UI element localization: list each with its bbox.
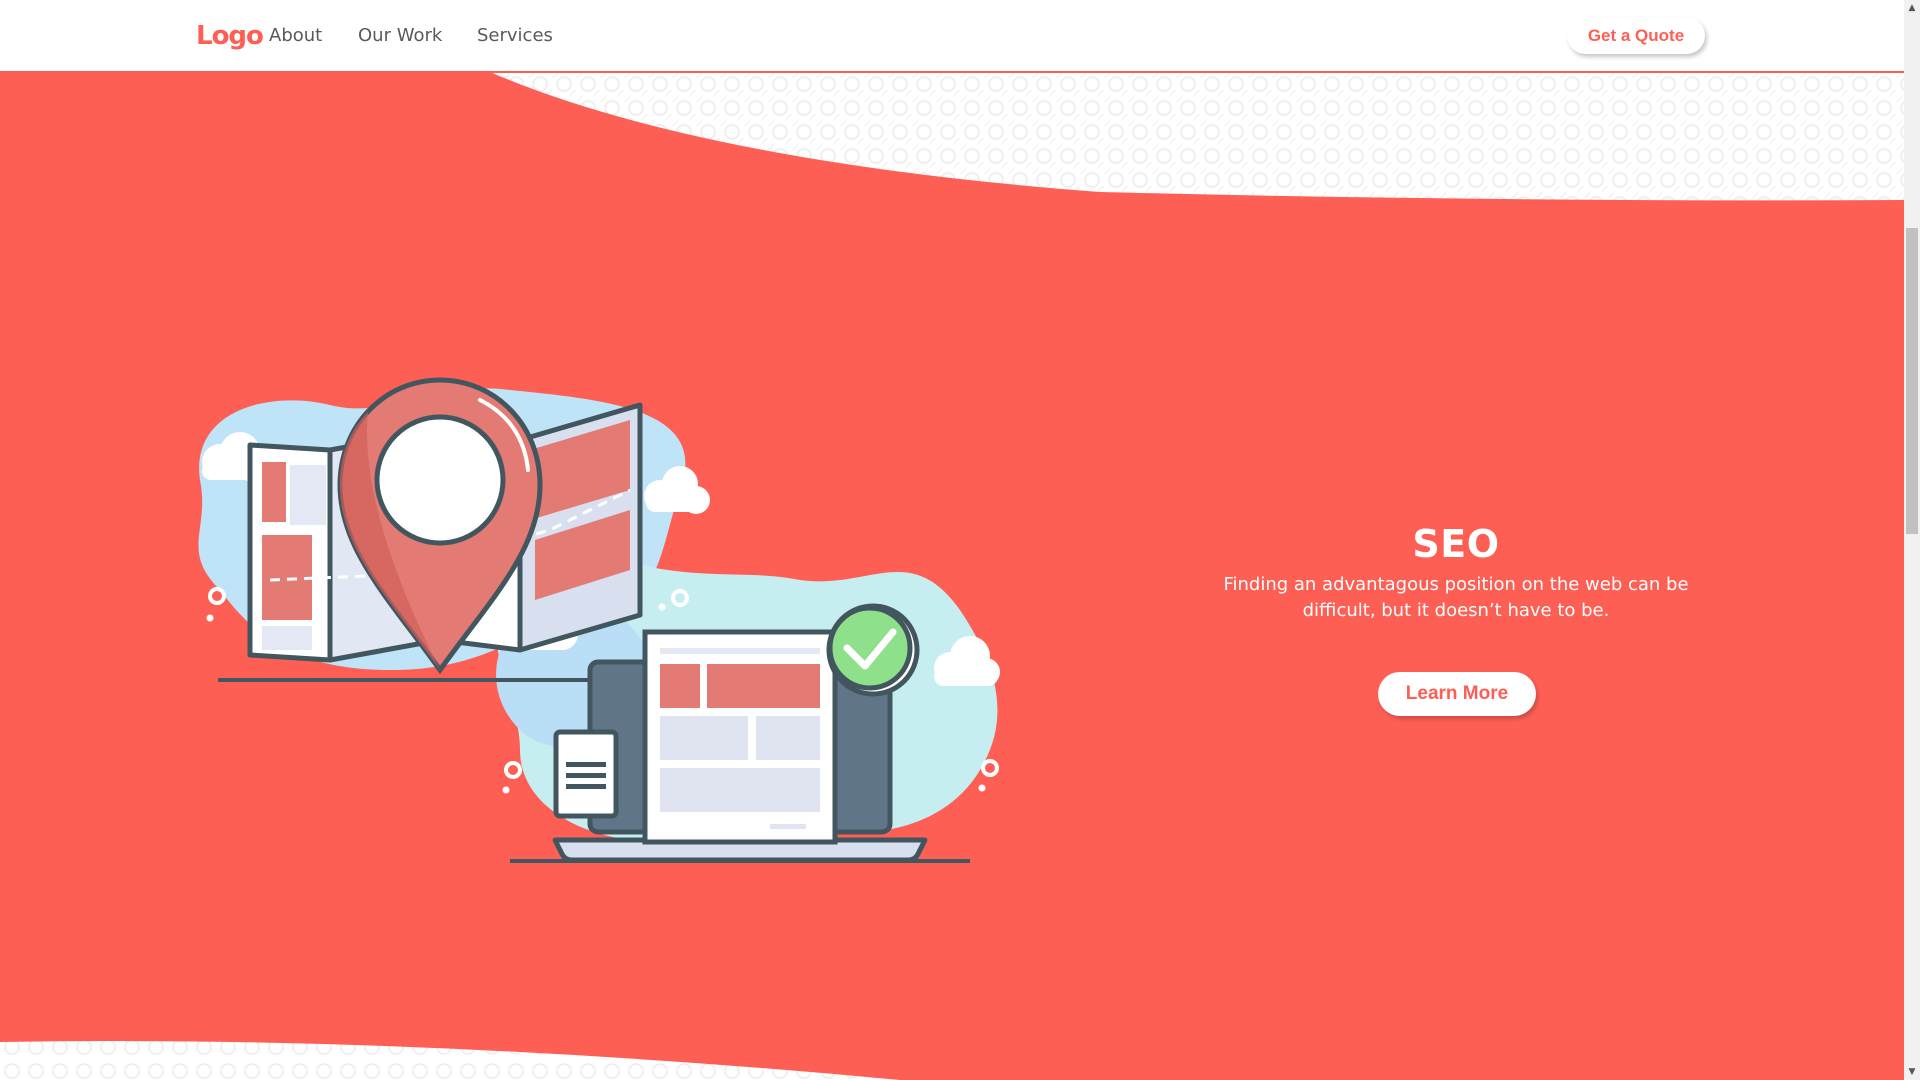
page: Logo About Our Work Services Get a Quote <box>0 0 1904 1080</box>
get-a-quote-button[interactable]: Get a Quote <box>1567 17 1705 54</box>
seo-description: Finding an advantagous position on the w… <box>1223 574 1689 621</box>
nav-services-link[interactable]: Services <box>477 24 553 48</box>
scrollbar-thumb[interactable] <box>1906 228 1918 534</box>
logo[interactable]: Logo <box>196 19 264 53</box>
nav-our-work-link[interactable]: Our Work <box>358 24 442 48</box>
web-page-icon <box>642 629 838 845</box>
seo-title: SEO <box>1412 522 1500 566</box>
document-icon <box>553 729 619 819</box>
site-header: Logo About Our Work Services Get a Quote <box>0 0 1904 73</box>
learn-more-button[interactable]: Learn More <box>1378 672 1536 716</box>
checkmark-badge-icon <box>826 603 920 697</box>
scroll-down-arrow-icon[interactable]: ▼ <box>1904 1064 1920 1080</box>
vertical-scrollbar[interactable]: ▲ ▼ <box>1904 0 1920 1080</box>
seo-illustration <box>198 377 1000 863</box>
bottom-wave-divider <box>0 1041 900 1080</box>
nav-about-link[interactable]: About <box>269 24 322 48</box>
top-wave-divider <box>490 72 1904 201</box>
scroll-up-arrow-icon[interactable]: ▲ <box>1904 0 1920 16</box>
seo-section: SEO Finding an advantagous position on t… <box>1210 520 1702 624</box>
